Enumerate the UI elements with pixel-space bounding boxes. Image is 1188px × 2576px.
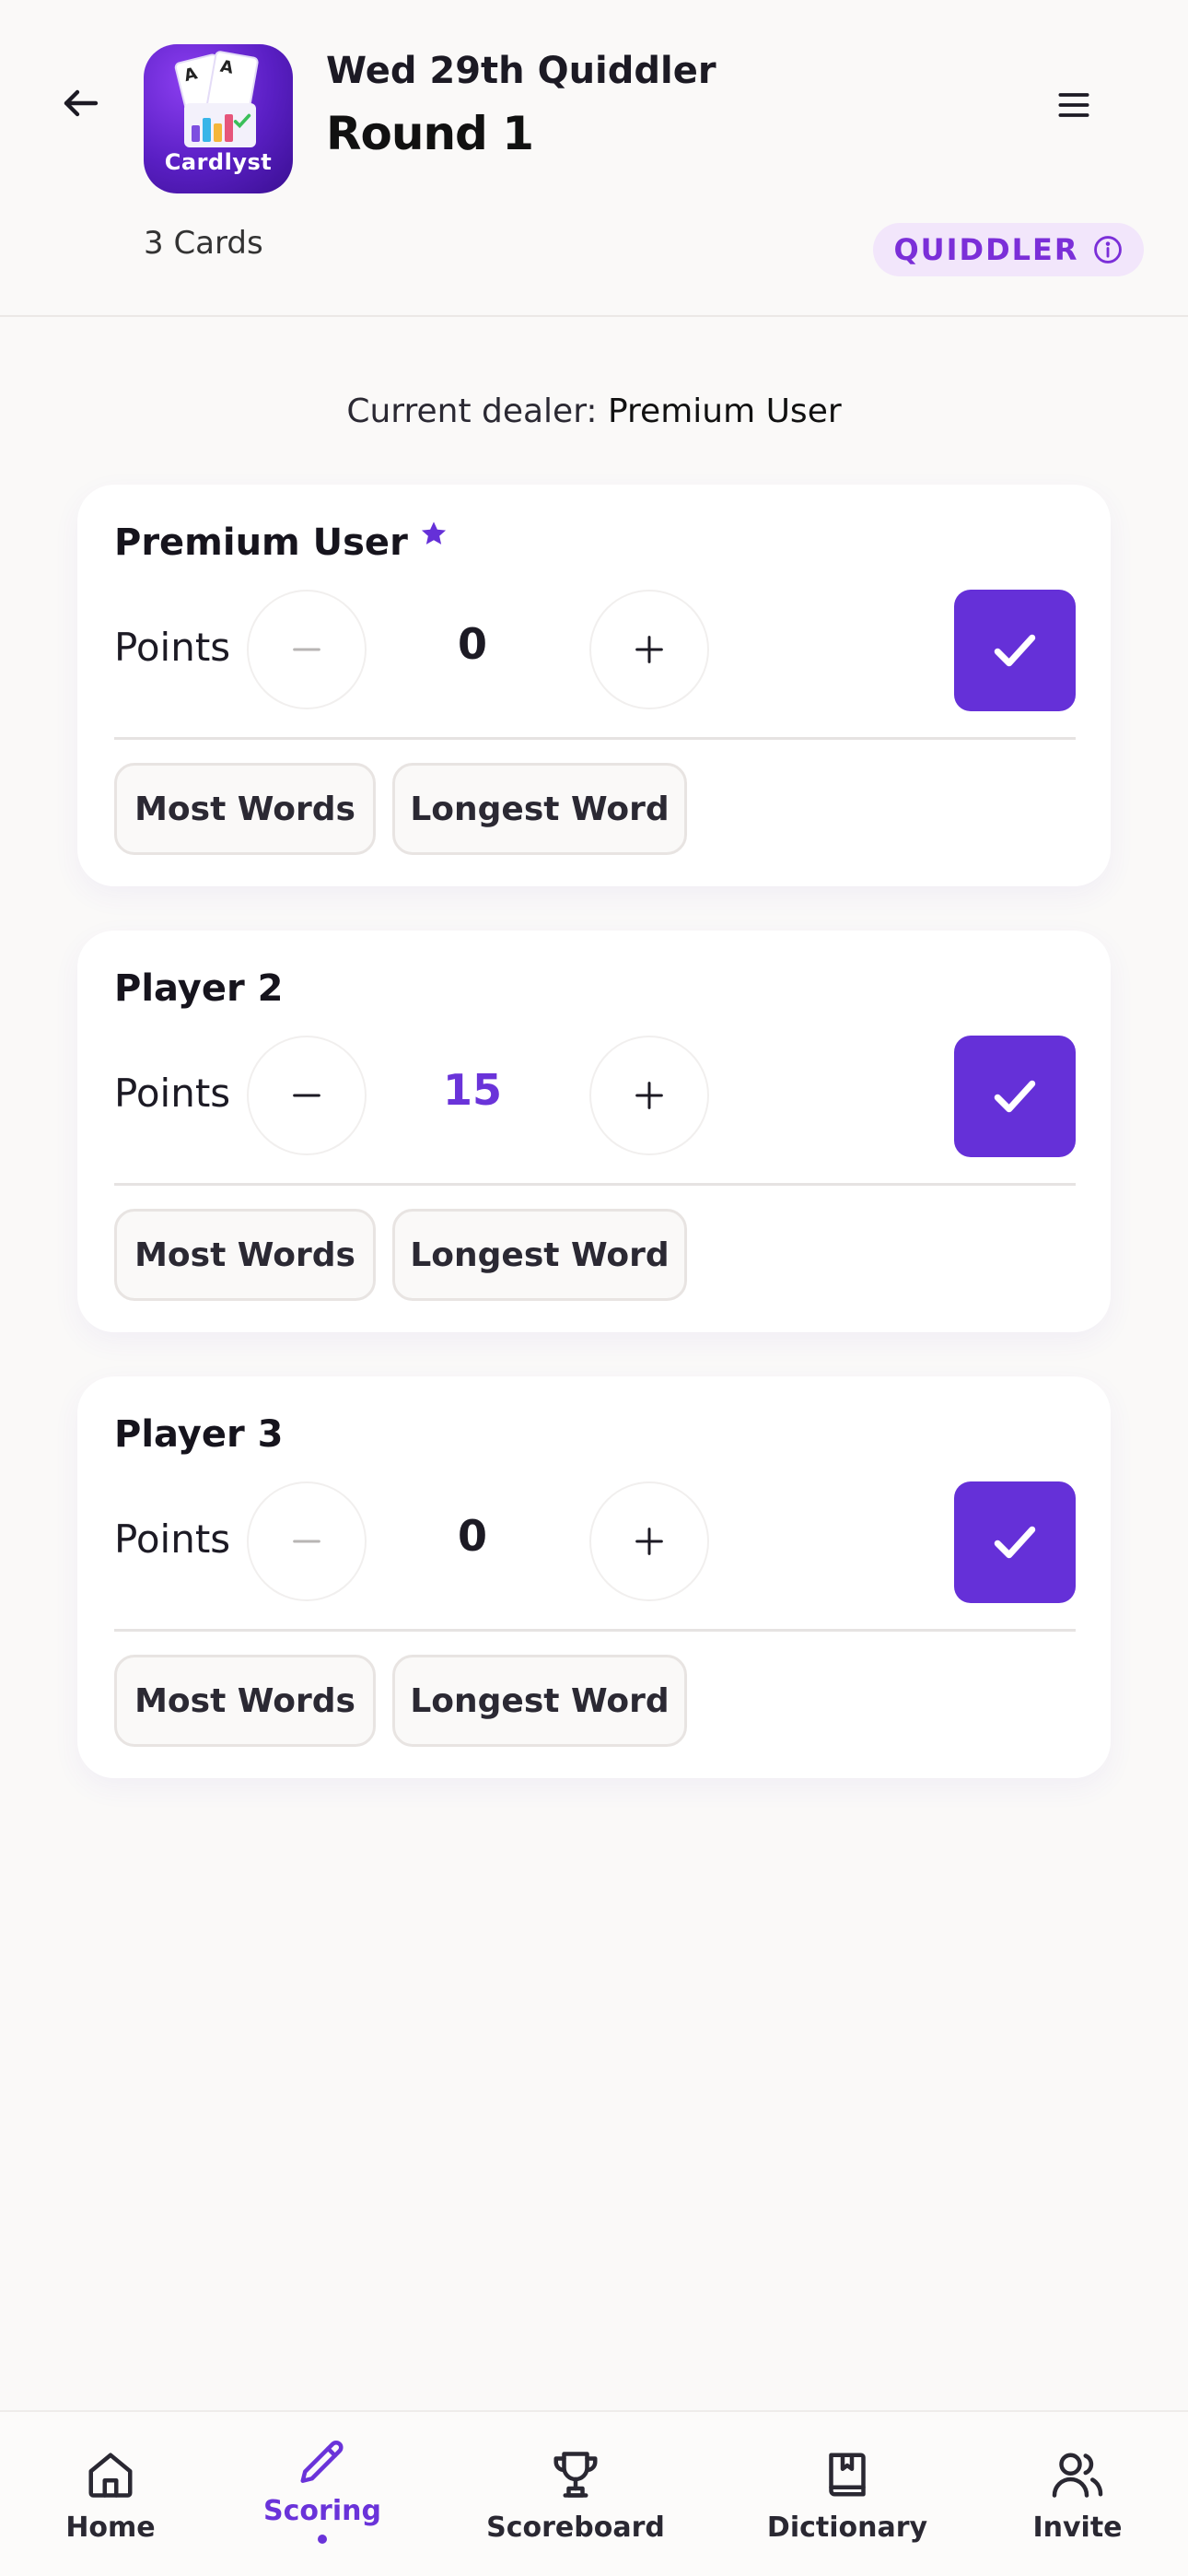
confirm-score-button[interactable] (954, 590, 1076, 711)
bottom-navigation: Home Scoring Scoreboard Dictionary Invit… (0, 2410, 1188, 2576)
book-icon (829, 2453, 866, 2497)
dealer-prefix: Current dealer: (346, 392, 608, 430)
player-name: Player 2 (114, 967, 284, 1010)
points-value: 0 (457, 619, 487, 669)
chart-board-icon (184, 103, 256, 147)
minus-icon (293, 1540, 320, 1543)
plus-icon (635, 1082, 663, 1109)
points-value: 0 (457, 1511, 487, 1561)
decrement-points-button[interactable] (247, 590, 367, 709)
pencil-icon (300, 2440, 344, 2483)
info-icon (1093, 236, 1122, 263)
nav-item-invite[interactable]: Invite (1004, 2412, 1151, 2576)
hamburger-menu-icon (1058, 93, 1089, 117)
cards-count: 3 Cards (144, 225, 263, 262)
header: A A Cardlyst Wed 29th Quiddler Round 1 3… (0, 0, 1188, 317)
star-icon (421, 521, 446, 544)
nav-item-scoreboard[interactable]: Scoreboard (479, 2412, 672, 2576)
game-type-badge[interactable]: QUIDDLER (873, 223, 1144, 276)
longest-word-button[interactable]: Longest Word (392, 1655, 687, 1747)
player-name-row: Premium User (114, 521, 448, 564)
most-words-button[interactable]: Most Words (114, 1209, 376, 1301)
plus-icon (635, 1528, 663, 1555)
nav-label: Scoreboard (486, 2512, 665, 2544)
game-type-label: QUIDDLER (893, 232, 1079, 267)
player-name: Player 3 (114, 1413, 284, 1456)
nav-label: Scoring (263, 2495, 381, 2527)
points-label: Points (114, 1071, 231, 1116)
player-name: Premium User (114, 521, 408, 564)
divider (114, 1629, 1076, 1632)
checkmark-icon (994, 634, 1036, 667)
checkmark-icon (994, 1526, 1036, 1559)
confirm-score-button[interactable] (954, 1481, 1076, 1603)
menu-button[interactable] (1046, 77, 1101, 133)
decrement-points-button[interactable] (247, 1036, 367, 1155)
game-title: Wed 29th Quiddler (326, 50, 716, 92)
minus-icon (293, 1094, 320, 1097)
nav-label: Invite (1032, 2512, 1123, 2544)
nav-item-home[interactable]: Home (37, 2412, 184, 2576)
increment-points-button[interactable] (589, 590, 709, 709)
nav-item-dictionary[interactable]: Dictionary (746, 2412, 949, 2576)
divider (114, 1183, 1076, 1186)
current-dealer: Current dealer: Premium User (0, 392, 1188, 430)
decrement-points-button[interactable] (247, 1481, 367, 1601)
users-icon (1052, 2453, 1103, 2498)
plus-icon (635, 636, 663, 663)
most-words-button[interactable]: Most Words (114, 1655, 376, 1747)
points-label: Points (114, 625, 231, 670)
home-icon (88, 2453, 133, 2498)
divider (114, 737, 1076, 740)
nav-label: Dictionary (766, 2512, 928, 2544)
player-name-row: Player 2 (114, 967, 283, 1010)
points-value: 15 (442, 1065, 502, 1115)
dealer-name: Premium User (607, 392, 842, 430)
player-card: Player 2 Points 15 Most Words Longest Wo… (77, 931, 1111, 1332)
nav-label: Home (65, 2512, 156, 2544)
confirm-score-button[interactable] (954, 1036, 1076, 1157)
increment-points-button[interactable] (589, 1481, 709, 1601)
back-button[interactable] (52, 74, 111, 133)
longest-word-button[interactable]: Longest Word (392, 763, 687, 855)
player-card: Player 3 Points 0 Most Words Longest Wor… (77, 1376, 1111, 1778)
arrow-left-icon (64, 89, 99, 117)
nav-item-scoring[interactable]: Scoring (249, 2412, 396, 2576)
longest-word-button[interactable]: Longest Word (392, 1209, 687, 1301)
checkmark-icon (994, 1080, 1036, 1113)
player-card: Premium User Points 0 Most Words Longest… (77, 485, 1111, 886)
player-name-row: Player 3 (114, 1413, 283, 1456)
points-label: Points (114, 1516, 231, 1562)
app-icon-label: Cardlyst (164, 149, 273, 175)
active-indicator (318, 2535, 327, 2544)
trophy-icon (553, 2452, 598, 2498)
round-title: Round 1 (326, 107, 534, 160)
minus-icon (293, 648, 320, 651)
increment-points-button[interactable] (589, 1036, 709, 1155)
most-words-button[interactable]: Most Words (114, 763, 376, 855)
app-icon: A A Cardlyst (144, 44, 293, 193)
